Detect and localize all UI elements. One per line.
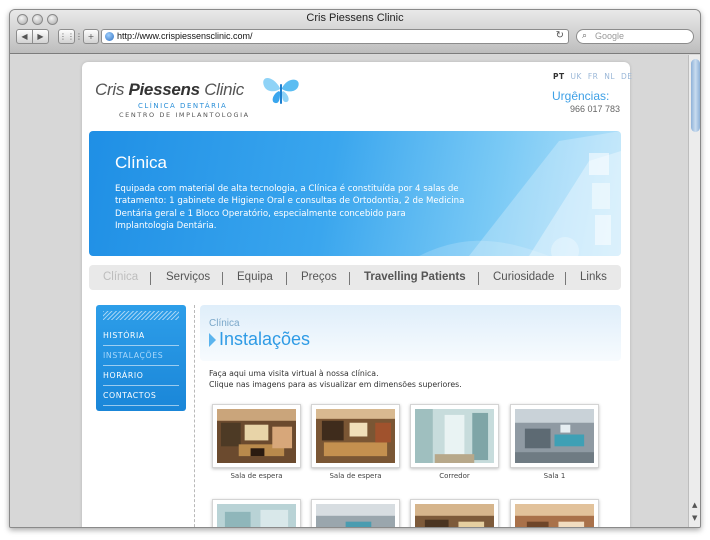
- lang-uk[interactable]: UK: [571, 72, 582, 81]
- nav-servicos[interactable]: Serviços: [166, 271, 210, 283]
- grid-icon: ⋮⋮⋮: [59, 32, 83, 41]
- logo-name-bold: Piessens: [128, 80, 200, 99]
- page-viewport: Cris Piessens Clinic CLÍNICA DENTÁRIA CE…: [10, 55, 688, 527]
- intro-line-2: Clique nas imagens para as visualizar em…: [209, 380, 462, 389]
- lang-pt[interactable]: PT: [553, 72, 565, 81]
- section-sidebar: HISTÓRIA INSTALAÇÕES HORÁRIO CONTACTOS: [96, 305, 186, 411]
- vertical-scrollbar[interactable]: ▲ ▼: [688, 55, 700, 527]
- lang-fr[interactable]: FR: [588, 72, 599, 81]
- nav-precos[interactable]: Preços: [301, 271, 337, 283]
- room-photo: [515, 504, 594, 527]
- nav-links[interactable]: Links: [580, 271, 607, 283]
- nav-clinica[interactable]: Clínica: [103, 271, 138, 283]
- gallery-thumbnail[interactable]: [311, 404, 400, 468]
- plus-icon: +: [87, 32, 95, 41]
- gallery-item[interactable]: Sala 1: [510, 404, 599, 480]
- nav-separator: [286, 272, 287, 285]
- scrollbar-thumb[interactable]: [691, 59, 700, 132]
- url-text[interactable]: http://www.crispiessensclinic.com/: [117, 31, 253, 41]
- gallery-thumbnail[interactable]: [410, 404, 499, 468]
- sidebar-item-instalacoes[interactable]: INSTALAÇÕES: [103, 346, 179, 366]
- sidebar-item-horario[interactable]: HORÁRIO: [103, 366, 179, 386]
- scroll-down-icon[interactable]: ▼: [692, 514, 697, 522]
- lang-nl[interactable]: NL: [604, 72, 615, 81]
- logo-name-first: Cris: [95, 80, 129, 99]
- nav-travelling-patients[interactable]: Travelling Patients: [364, 271, 466, 283]
- urgencies-label: Urgências:: [552, 89, 610, 103]
- waiting-room-photo: [217, 409, 296, 463]
- nav-separator: [478, 272, 479, 285]
- browser-toolbar: Cris Piessens Clinic ◀ ▶ ⋮⋮⋮ + http://ww…: [10, 10, 700, 54]
- add-bookmark-button[interactable]: +: [83, 29, 99, 44]
- hero-banner: Clínica Equipada com material de alta te…: [89, 131, 621, 256]
- main-navigation: Clínica Serviços Equipa Preços Travellin…: [89, 265, 621, 290]
- gallery-thumbnail[interactable]: [212, 499, 301, 527]
- site-globe-icon: [105, 32, 114, 41]
- lang-de[interactable]: DE: [621, 72, 633, 81]
- search-placeholder: Google: [595, 31, 625, 41]
- logo-wordmark: Cris Piessens Clinic: [95, 80, 244, 100]
- room-photo: [316, 504, 395, 527]
- forward-button[interactable]: ▶: [32, 29, 49, 44]
- back-button[interactable]: ◀: [16, 29, 33, 44]
- forward-arrow-icon: ▶: [37, 32, 44, 41]
- gallery-thumbnail[interactable]: [311, 499, 400, 527]
- logo-name-end: Clinic: [199, 80, 244, 99]
- intro-text: Faça aqui uma visita virtual à nossa clí…: [209, 368, 539, 390]
- hero-description: Equipada com material de alta tecnologia…: [115, 184, 465, 232]
- gallery-item[interactable]: [311, 499, 400, 527]
- gallery-item[interactable]: Corredor: [410, 404, 499, 480]
- address-bar[interactable]: http://www.crispiessensclinic.com/ ↻: [101, 29, 569, 44]
- gallery-item[interactable]: [212, 499, 301, 527]
- nav-separator: [222, 272, 223, 285]
- nav-separator: [349, 272, 350, 285]
- nav-separator: [150, 272, 151, 285]
- clinic-logo[interactable]: Cris Piessens Clinic CLÍNICA DENTÁRIA CE…: [95, 72, 315, 122]
- room-photo: [217, 504, 296, 527]
- room-photo: [415, 504, 494, 527]
- gallery-thumbnail[interactable]: [510, 404, 599, 468]
- nav-curiosidade[interactable]: Curiosidade: [493, 271, 554, 283]
- dashed-divider: [194, 305, 195, 527]
- browser-window: Cris Piessens Clinic ◀ ▶ ⋮⋮⋮ + http://ww…: [9, 9, 701, 528]
- search-field[interactable]: ⌕ Google: [576, 29, 694, 44]
- language-selector: PT UK FR NL DE: [553, 72, 635, 81]
- gallery-caption: Corredor: [439, 472, 470, 480]
- sidebar-item-historia[interactable]: HISTÓRIA: [103, 326, 179, 346]
- window-title: Cris Piessens Clinic: [306, 12, 404, 24]
- gallery-item[interactable]: [410, 499, 499, 527]
- treatment-room-photo: [515, 409, 594, 463]
- gallery-item[interactable]: [510, 499, 599, 527]
- gallery-caption: Sala de espera: [329, 472, 382, 480]
- back-arrow-icon: ◀: [21, 32, 28, 41]
- gallery-thumbnail[interactable]: [212, 404, 301, 468]
- gallery-caption: Sala 1: [543, 472, 566, 480]
- logo-tagline-2: CENTRO DE IMPLANTOLOGIA: [119, 111, 250, 119]
- reload-icon[interactable]: ↻: [556, 30, 564, 41]
- gallery-caption: Sala de espera: [230, 472, 283, 480]
- page-title: Instalações: [219, 329, 311, 349]
- hero-title: Clínica: [115, 153, 167, 172]
- urgencies-phone: 966 017 783: [570, 104, 621, 114]
- nav-equipa[interactable]: Equipa: [237, 271, 273, 283]
- content-header: Clínica Instalações: [200, 305, 621, 361]
- bookmarks-grid-button[interactable]: ⋮⋮⋮: [58, 29, 83, 44]
- gallery-thumbnail[interactable]: [510, 499, 599, 527]
- logo-tagline-1: CLÍNICA DENTÁRIA: [138, 102, 228, 110]
- intro-line-1: Faça aqui uma visita virtual à nossa clí…: [209, 369, 379, 378]
- gallery-thumbnail[interactable]: [410, 499, 499, 527]
- nav-separator: [565, 272, 566, 285]
- breadcrumb[interactable]: Clínica: [209, 318, 240, 329]
- gallery-item[interactable]: Sala de espera: [212, 404, 301, 480]
- butterfly-logo-icon: [263, 78, 299, 104]
- gallery-item[interactable]: Sala de espera: [311, 404, 400, 480]
- scroll-up-icon[interactable]: ▲: [692, 501, 697, 509]
- search-icon: ⌕: [582, 31, 588, 41]
- sidebar-stripe-decoration: [103, 311, 179, 320]
- sidebar-item-contactos[interactable]: CONTACTOS: [103, 386, 179, 406]
- web-page: Cris Piessens Clinic CLÍNICA DENTÁRIA CE…: [82, 62, 632, 527]
- corridor-photo: [415, 409, 494, 463]
- waiting-room-photo: [316, 409, 395, 463]
- chevron-right-icon: [209, 333, 216, 347]
